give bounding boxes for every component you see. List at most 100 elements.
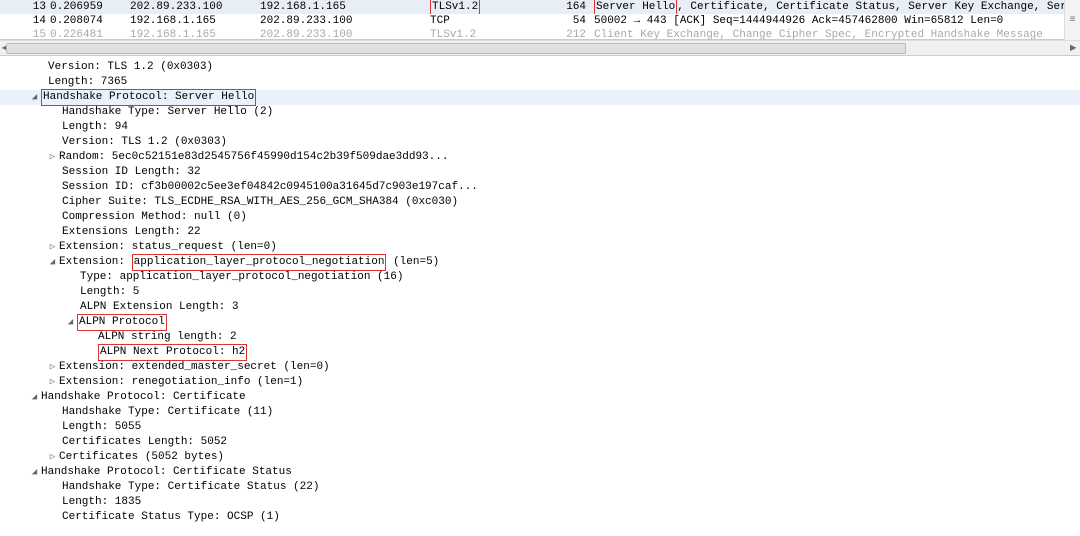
scroll-right-icon[interactable]: ► (1066, 42, 1080, 55)
tree-row[interactable]: Certificate Status Type: OCSP (1) (0, 510, 1080, 525)
field-random: Random: 5ec0c52151e83d2545756f45990d154c… (59, 150, 448, 165)
highlight-protocol: TLSv1.2 (430, 0, 480, 14)
field-cipher-suite: Cipher Suite: TLS_ECDHE_RSA_WITH_AES_256… (48, 195, 458, 210)
extension-alpn: Extension: application_layer_protocol_ne… (59, 255, 439, 270)
packet-row[interactable]: 15 0.226481 192.168.1.165 202.89.233.100… (0, 28, 1080, 40)
expand-icon[interactable]: ▷ (48, 150, 57, 165)
field-certificates-length: Certificates Length: 5052 (48, 435, 227, 450)
col-dst: 202.89.233.100 (260, 28, 430, 40)
extension-status-request: Extension: status_request (len=0) (59, 240, 277, 255)
tree-row[interactable]: Extensions Length: 22 (0, 225, 1080, 240)
tree-row[interactable]: Version: TLS 1.2 (0x0303) (0, 60, 1080, 75)
vertical-scrollbar[interactable]: ≡ (1064, 0, 1080, 40)
label-prefix: Extension: (59, 256, 132, 268)
tree-row[interactable]: ▷Random: 5ec0c52151e83d2545756f45990d154… (0, 150, 1080, 165)
tree-row[interactable]: Handshake Type: Certificate Status (22) (0, 480, 1080, 495)
field-handshake-type: Handshake Type: Certificate (11) (48, 405, 273, 420)
col-src: 192.168.1.165 (130, 28, 260, 40)
field-alpn-next-protocol: ALPN Next Protocol: h2 (84, 345, 247, 360)
tree-row[interactable]: Length: 94 (0, 120, 1080, 135)
highlight-server-hello: Handshake Protocol: Server Hello (41, 89, 256, 106)
field-certstatus-type: Certificate Status Type: OCSP (1) (48, 510, 280, 525)
tree-row[interactable]: ▷Certificates (5052 bytes) (0, 450, 1080, 465)
field-length: Length: 1835 (48, 495, 141, 510)
extension-renegotiation: Extension: renegotiation_info (len=1) (59, 375, 303, 390)
tree-row[interactable]: Version: TLS 1.2 (0x0303) (0, 135, 1080, 150)
col-no: 15 (0, 28, 50, 40)
expand-icon[interactable]: ◢ (30, 465, 39, 480)
tree-row[interactable]: Handshake Type: Certificate (11) (0, 405, 1080, 420)
expand-icon[interactable]: ◢ (48, 255, 57, 270)
field-version: Version: TLS 1.2 (0x0303) (48, 135, 227, 150)
expand-icon[interactable]: ◢ (30, 390, 39, 405)
col-protocol: TLSv1.2 (430, 28, 550, 40)
field-handshake-type: Handshake Type: Certificate Status (22) (48, 480, 319, 495)
packet-row[interactable]: 14 0.208074 192.168.1.165 202.89.233.100… (0, 14, 1080, 28)
tree-row[interactable]: ◢ Handshake Protocol: Server Hello (0, 90, 1080, 105)
col-src: 202.89.233.100 (130, 0, 260, 14)
field-compression: Compression Method: null (0) (48, 210, 247, 225)
col-dst: 192.168.1.165 (260, 0, 430, 14)
col-info: 50002 → 443 [ACK] Seq=1444944926 Ack=457… (590, 14, 1080, 28)
tree-row[interactable]: Session ID Length: 32 (0, 165, 1080, 180)
highlight-info: Server Hello (594, 0, 677, 14)
col-length: 212 (550, 28, 590, 40)
col-time: 0.208074 (50, 14, 130, 28)
tree-row[interactable]: Length: 1835 (0, 495, 1080, 510)
field-version: Version: TLS 1.2 (0x0303) (48, 60, 213, 75)
col-time: 0.226481 (50, 28, 130, 40)
field-length: Length: 5055 (48, 420, 141, 435)
tree-row[interactable]: ◢Handshake Protocol: Certificate Status (0, 465, 1080, 480)
col-length: 54 (550, 14, 590, 28)
tree-row[interactable]: Cipher Suite: TLS_ECDHE_RSA_WITH_AES_256… (0, 195, 1080, 210)
alpn-protocol: ALPN Protocol (77, 315, 167, 330)
extension-ems: Extension: extended_master_secret (len=0… (59, 360, 330, 375)
field-certificates: Certificates (5052 bytes) (59, 450, 224, 465)
tree-row[interactable]: ALPN string length: 2 (0, 330, 1080, 345)
col-protocol: TLSv1.2 (430, 0, 550, 14)
tree-row[interactable]: ▷Extension: renegotiation_info (len=1) (0, 375, 1080, 390)
expand-icon[interactable]: ▷ (48, 450, 57, 465)
col-no: 14 (0, 14, 50, 28)
field-extensions-length: Extensions Length: 22 (48, 225, 201, 240)
tree-row[interactable]: ▷Extension: extended_master_secret (len=… (0, 360, 1080, 375)
tree-row[interactable]: ALPN Extension Length: 3 (0, 300, 1080, 315)
label-suffix: (len=5) (386, 256, 439, 268)
packet-list: 13 0.206959 202.89.233.100 192.168.1.165… (0, 0, 1080, 40)
tree-row[interactable]: Certificates Length: 5052 (0, 435, 1080, 450)
tree-row[interactable]: ◢Handshake Protocol: Certificate (0, 390, 1080, 405)
col-src: 192.168.1.165 (130, 14, 260, 28)
tree-row[interactable]: Handshake Type: Server Hello (2) (0, 105, 1080, 120)
tree-row[interactable]: Length: 5055 (0, 420, 1080, 435)
expand-icon[interactable]: ◢ (66, 315, 75, 330)
scroll-thumb[interactable] (6, 43, 906, 54)
tree-row[interactable]: ◢ Extension: application_layer_protocol_… (0, 255, 1080, 270)
highlight-alpn-next: ALPN Next Protocol: h2 (98, 344, 247, 361)
tree-row[interactable]: ◢ ALPN Protocol (0, 315, 1080, 330)
expand-icon[interactable]: ▷ (48, 360, 57, 375)
col-time: 0.206959 (50, 0, 130, 14)
field-alpn-type: Type: application_layer_protocol_negotia… (66, 270, 403, 285)
field-length: Length: 94 (48, 120, 128, 135)
horizontal-scrollbar[interactable]: ◄ ► (0, 40, 1080, 56)
col-length: 164 (550, 0, 590, 14)
handshake-server-hello: Handshake Protocol: Server Hello (41, 90, 256, 105)
tree-row[interactable]: Length: 5 (0, 285, 1080, 300)
tree-row[interactable]: ▷Extension: status_request (len=0) (0, 240, 1080, 255)
col-protocol: TCP (430, 14, 550, 28)
tree-row[interactable]: Type: application_layer_protocol_negotia… (0, 270, 1080, 285)
expand-icon[interactable]: ▷ (48, 240, 57, 255)
packet-details-tree: Version: TLS 1.2 (0x0303) Length: 7365 ◢… (0, 56, 1080, 536)
tree-row[interactable]: Length: 7365 (0, 75, 1080, 90)
expand-icon[interactable]: ▷ (48, 375, 57, 390)
packet-row[interactable]: 13 0.206959 202.89.233.100 192.168.1.165… (0, 0, 1080, 14)
tree-row[interactable]: Session ID: cf3b00002c5ee3ef04842c094510… (0, 180, 1080, 195)
col-info: Server Hello, Certificate, Certificate S… (590, 0, 1080, 14)
tree-row[interactable]: Compression Method: null (0) (0, 210, 1080, 225)
expand-icon[interactable]: ◢ (30, 90, 39, 105)
tree-row[interactable]: ALPN Next Protocol: h2 (0, 345, 1080, 360)
field-length: Length: 5 (66, 285, 139, 300)
col-info: Client Key Exchange, Change Cipher Spec,… (590, 28, 1080, 40)
handshake-certificate-status: Handshake Protocol: Certificate Status (41, 465, 292, 480)
col-no: 13 (0, 0, 50, 14)
